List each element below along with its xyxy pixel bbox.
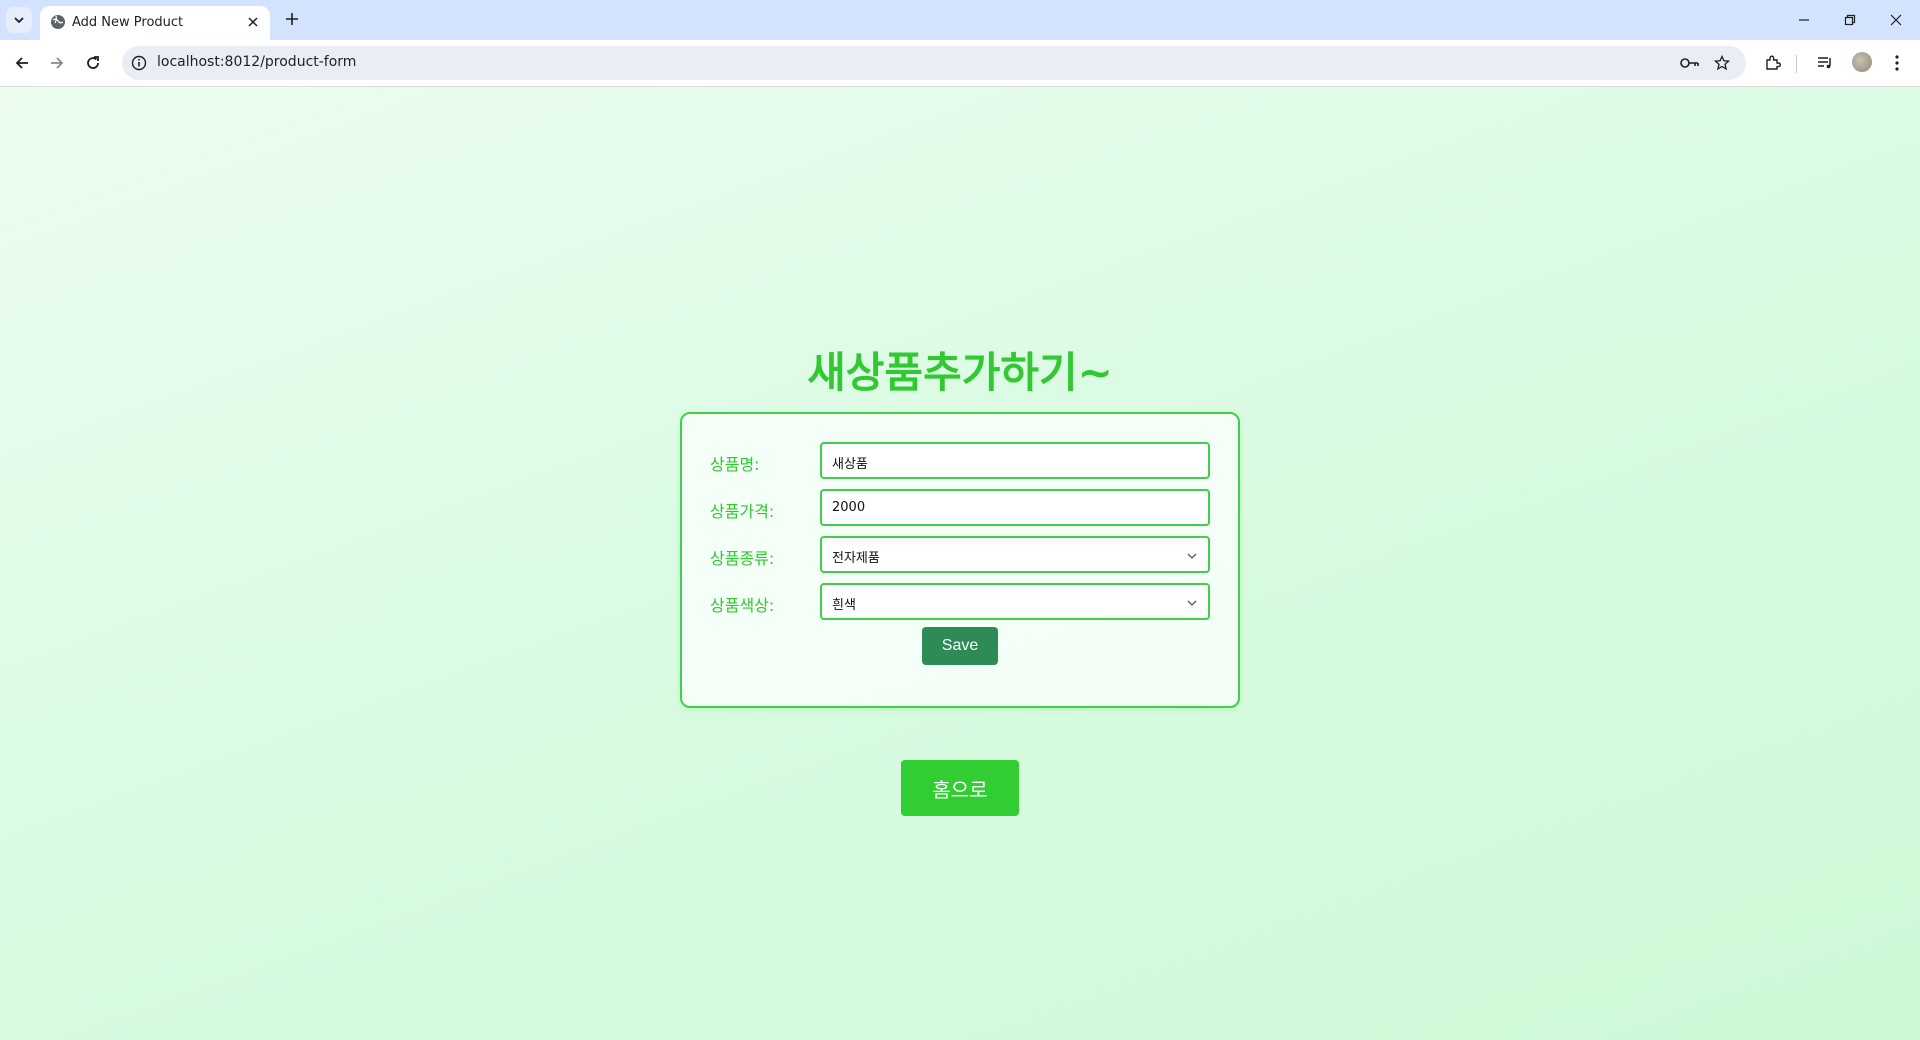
browser-tab-active[interactable]: Add New Product	[40, 6, 270, 40]
media-control-button[interactable]	[1811, 49, 1839, 77]
plus-icon	[286, 13, 298, 25]
url-text[interactable]: localhost:8012/product-form	[157, 54, 356, 70]
puzzle-icon	[1766, 55, 1781, 70]
form-row-name: 상품명: 새상품	[710, 442, 1214, 479]
toolbar-separator	[1796, 55, 1797, 73]
product-form: 상품명: 새상품 상품가격: 2000 상품종류: 전자제품 상품색상: 흰색	[680, 412, 1240, 708]
product-name-input[interactable]: 새상품	[820, 442, 1210, 479]
tab-strip: Add New Product	[0, 0, 1920, 40]
site-info-button[interactable]	[130, 54, 148, 72]
product-name-value: 새상품	[832, 457, 868, 472]
restore-button[interactable]	[1827, 4, 1873, 36]
product-color-label: 상품색상:	[710, 596, 775, 615]
chevron-down-icon	[1187, 600, 1197, 606]
product-category-label: 상품종류:	[710, 549, 775, 568]
tab-title: Add New Product	[72, 15, 184, 30]
more-vertical-icon	[1895, 55, 1899, 71]
arrow-right-icon	[51, 57, 64, 69]
close-window-button[interactable]	[1873, 4, 1919, 36]
bookmark-button[interactable]	[1710, 51, 1734, 75]
forward-button[interactable]	[43, 49, 71, 77]
back-button[interactable]	[8, 49, 36, 77]
product-price-label: 상품가격:	[710, 502, 775, 521]
extensions-button[interactable]	[1759, 49, 1787, 77]
password-key-button[interactable]	[1678, 51, 1702, 75]
key-icon	[1680, 58, 1699, 68]
playlist-icon	[1818, 57, 1831, 69]
chevron-down-icon	[1187, 553, 1197, 559]
minimize-button[interactable]	[1781, 4, 1827, 36]
form-row-price: 상품가격: 2000	[710, 489, 1214, 526]
page-title: 새상품추가하기~	[807, 348, 1113, 397]
chevron-down-icon	[14, 17, 24, 24]
tab-search-button[interactable]	[6, 7, 32, 33]
info-icon	[131, 55, 147, 71]
globe-icon	[51, 15, 65, 29]
reload-icon	[87, 56, 99, 69]
product-name-label: 상품명:	[710, 455, 760, 474]
star-icon	[1714, 55, 1730, 71]
close-icon	[1890, 14, 1902, 26]
tab-close-button[interactable]	[244, 13, 262, 31]
form-row-color: 상품색상: 흰색	[710, 583, 1214, 620]
product-color-value: 흰색	[832, 598, 856, 613]
restore-icon	[1844, 14, 1856, 26]
menu-button[interactable]	[1883, 49, 1911, 77]
page-viewport: 새상품추가하기~ 상품명: 새상품 상품가격: 2000 상품종류: 전자제품 …	[0, 87, 1920, 1040]
home-button[interactable]: 홈으로	[901, 760, 1019, 816]
product-price-input[interactable]: 2000	[820, 489, 1210, 526]
profile-avatar[interactable]	[1852, 52, 1872, 72]
product-category-value: 전자제품	[832, 551, 880, 566]
close-icon	[248, 17, 258, 27]
new-tab-button[interactable]	[281, 8, 303, 30]
address-bar[interactable]: localhost:8012/product-form	[122, 46, 1746, 80]
form-row-category: 상품종류: 전자제품	[710, 536, 1214, 573]
product-price-value: 2000	[832, 500, 866, 515]
browser-toolbar: localhost:8012/product-form	[0, 40, 1920, 87]
minimize-icon	[1799, 19, 1809, 21]
product-color-select[interactable]: 흰색	[820, 583, 1210, 620]
product-category-select[interactable]: 전자제품	[820, 536, 1210, 573]
save-button[interactable]: Save	[922, 627, 998, 665]
reload-button[interactable]	[79, 49, 107, 77]
arrow-left-icon	[15, 57, 28, 69]
